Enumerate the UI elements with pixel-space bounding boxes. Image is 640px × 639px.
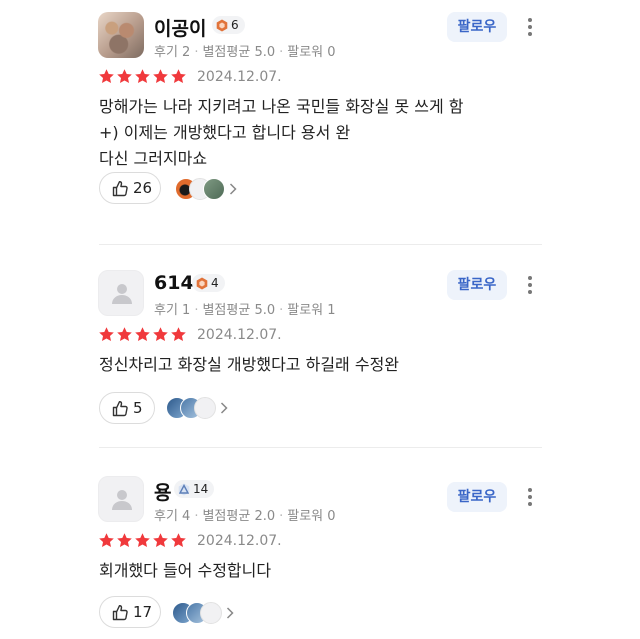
review-text: 정신차리고 화장실 개방했다고 하길래 수정완 bbox=[99, 352, 399, 378]
review-count: 후기 4 bbox=[154, 509, 191, 524]
review-line: 회개했다 들어 수정합니다 bbox=[99, 561, 272, 580]
star-icon bbox=[135, 69, 150, 84]
chevron-right-icon bbox=[220, 402, 228, 414]
follower-count: 팔로워 0 bbox=[287, 509, 336, 524]
star-icon bbox=[117, 327, 132, 342]
reactor-avatar bbox=[203, 178, 225, 200]
follow-button[interactable]: 팔로우 bbox=[447, 12, 507, 42]
level-badge: 6 bbox=[212, 16, 245, 34]
review-count: 후기 1 bbox=[154, 303, 191, 318]
review-line: 다신 그러지마쇼 bbox=[99, 149, 208, 168]
more-options-icon[interactable] bbox=[524, 486, 536, 508]
more-options-icon[interactable] bbox=[524, 274, 536, 296]
review-count: 후기 2 bbox=[154, 45, 191, 60]
star-icon bbox=[153, 533, 168, 548]
reviewer-name[interactable]: 이공이 bbox=[154, 14, 206, 41]
rating-average: 별점평균 5.0 bbox=[202, 45, 276, 60]
star-icon bbox=[99, 69, 114, 84]
review-date: 2024.12.07. bbox=[197, 69, 282, 85]
reactor-avatar bbox=[200, 602, 222, 624]
review-text: 망해가는 나라 지키려고 나온 국민들 화장실 못 쓰게 함 +) 이제는 개방… bbox=[99, 94, 464, 172]
star-rating bbox=[98, 68, 188, 86]
star-icon bbox=[171, 533, 186, 548]
thumbs-up-icon bbox=[112, 401, 128, 417]
review-date: 2024.12.07. bbox=[197, 327, 282, 343]
star-icon bbox=[99, 327, 114, 342]
divider bbox=[99, 244, 542, 245]
avatar[interactable] bbox=[98, 270, 144, 316]
reactor-avatars[interactable] bbox=[166, 397, 236, 419]
thumbs-up-icon bbox=[112, 605, 128, 621]
more-options-icon[interactable] bbox=[524, 16, 536, 38]
star-icon bbox=[171, 327, 186, 342]
reviewer-meta: 후기 1 · 별점평균 5.0 · 팔로워 1 bbox=[154, 303, 336, 318]
avatar[interactable] bbox=[98, 12, 144, 58]
review-line: 망해가는 나라 지키려고 나온 국민들 화장실 못 쓰게 함 bbox=[99, 97, 464, 116]
star-icon bbox=[153, 327, 168, 342]
review-line: 정신차리고 화장실 개방했다고 하길래 수정완 bbox=[99, 355, 400, 374]
rating-average: 별점평균 2.0 bbox=[202, 509, 276, 524]
follow-button[interactable]: 팔로우 bbox=[447, 482, 507, 512]
rating-average: 별점평균 5.0 bbox=[202, 303, 276, 318]
reactor-avatars[interactable] bbox=[172, 602, 242, 624]
review-date: 2024.12.07. bbox=[197, 533, 282, 549]
badge-count: 4 bbox=[211, 276, 219, 290]
like-button[interactable]: 5 bbox=[99, 392, 155, 424]
star-icon bbox=[135, 327, 150, 342]
follow-button[interactable]: 팔로우 bbox=[447, 270, 507, 300]
like-count: 26 bbox=[133, 179, 153, 197]
reactor-avatar bbox=[194, 397, 216, 419]
review-text: 회개했다 들어 수정합니다 bbox=[99, 558, 271, 584]
star-icon bbox=[117, 533, 132, 548]
default-user-icon bbox=[112, 284, 132, 304]
like-count: 5 bbox=[133, 399, 143, 417]
star-icon bbox=[99, 533, 114, 548]
follower-count: 팔로워 0 bbox=[287, 45, 336, 60]
review-line: +) 이제는 개방했다고 합니다 용서 완 bbox=[99, 123, 351, 142]
chevron-right-icon bbox=[226, 607, 234, 619]
reactor-avatars[interactable] bbox=[175, 178, 245, 200]
reviewer-meta: 후기 4 · 별점평균 2.0 · 팔로워 0 bbox=[154, 509, 336, 524]
level-badge: 14 bbox=[174, 480, 215, 498]
star-icon bbox=[171, 69, 186, 84]
like-button[interactable]: 26 bbox=[99, 172, 161, 204]
chevron-right-icon bbox=[229, 183, 237, 195]
blue-triangle-icon bbox=[178, 483, 190, 496]
avatar[interactable] bbox=[98, 476, 144, 522]
orange-hexagon-icon bbox=[216, 19, 228, 32]
like-count: 17 bbox=[133, 603, 153, 621]
level-badge: 4 bbox=[192, 274, 225, 292]
star-rating bbox=[98, 532, 188, 550]
like-button[interactable]: 17 bbox=[99, 596, 161, 628]
badge-count: 14 bbox=[193, 482, 209, 496]
default-user-icon bbox=[112, 490, 132, 510]
star-icon bbox=[135, 533, 150, 548]
star-icon bbox=[117, 69, 132, 84]
star-icon bbox=[153, 69, 168, 84]
follower-count: 팔로워 1 bbox=[287, 303, 336, 318]
reviewer-meta: 후기 2 · 별점평균 5.0 · 팔로워 0 bbox=[154, 45, 336, 60]
divider bbox=[99, 447, 542, 448]
badge-count: 6 bbox=[231, 18, 239, 32]
reviewer-name[interactable]: 614 bbox=[154, 272, 194, 294]
thumbs-up-icon bbox=[112, 181, 128, 197]
orange-hexagon-icon bbox=[196, 277, 208, 290]
reviewer-name[interactable]: 용 bbox=[154, 478, 171, 505]
star-rating bbox=[98, 326, 188, 344]
